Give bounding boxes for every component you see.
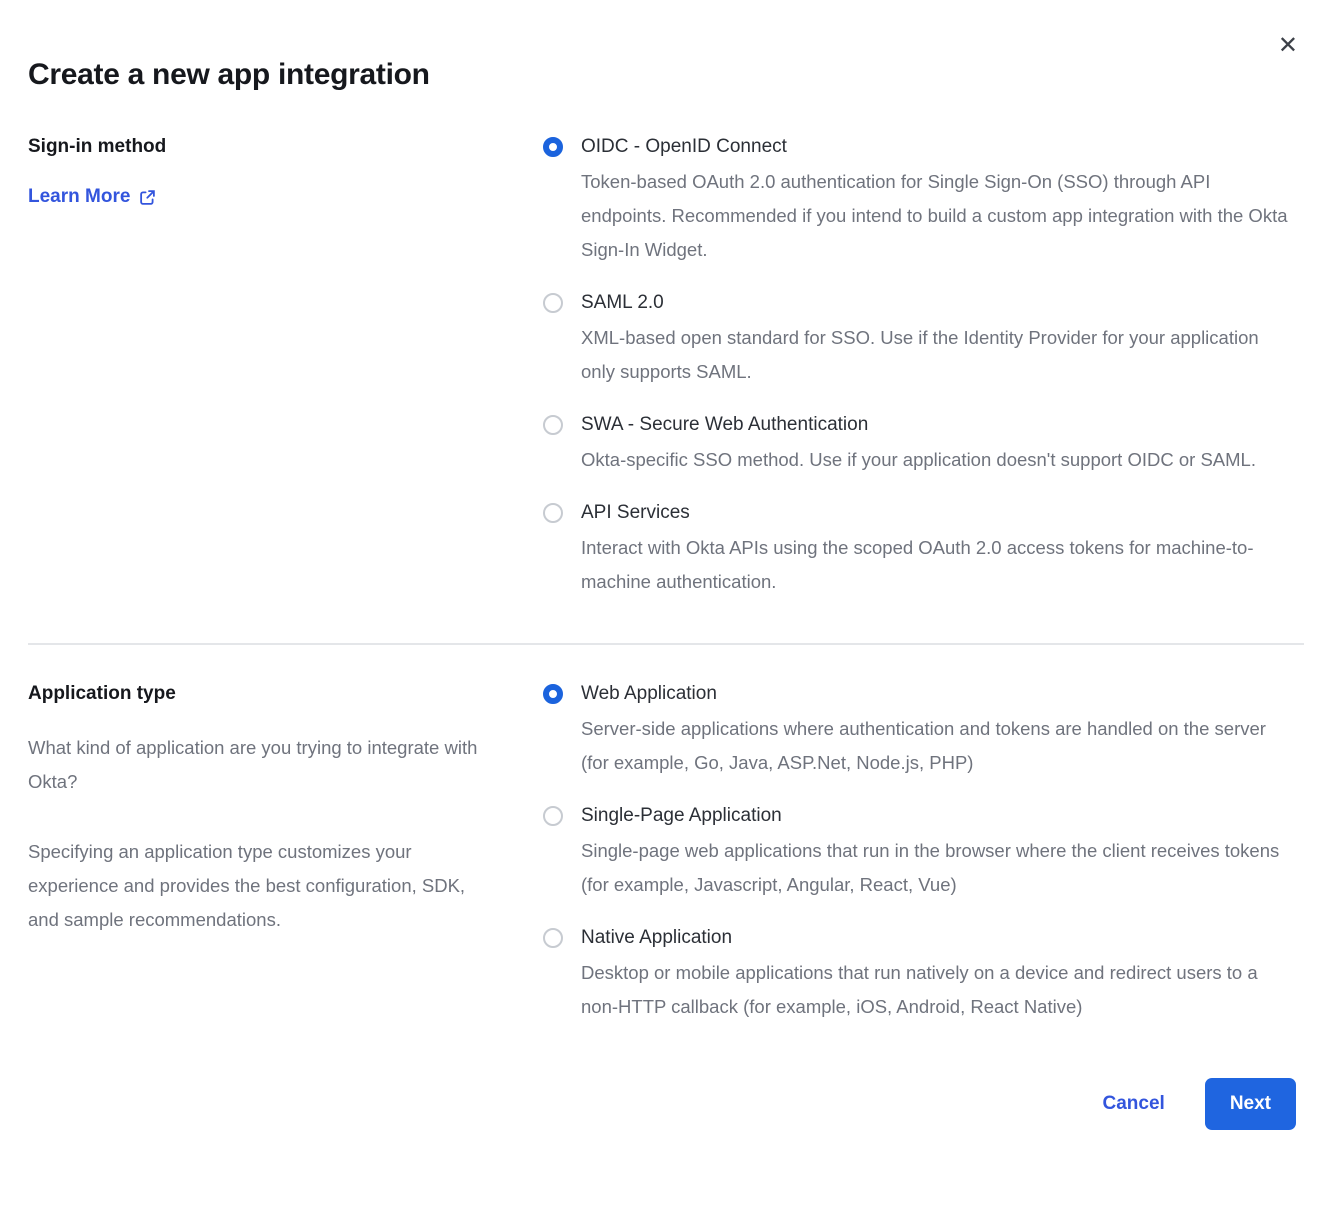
radio-oidc[interactable]: [543, 137, 563, 157]
option-swa-title: SWA - Secure Web Authentication: [581, 414, 868, 436]
option-web-app-description: Server-side applications where authentic…: [581, 712, 1293, 780]
section-divider: [28, 643, 1304, 645]
option-api-services: API Services Interact with Okta APIs usi…: [543, 502, 1304, 599]
application-type-label: Application type: [28, 683, 543, 705]
dialog-footer: Cancel Next: [28, 1078, 1304, 1130]
create-app-integration-dialog: ✕ Create a new app integration Sign-in m…: [0, 0, 1332, 1210]
option-api-services-choice[interactable]: API Services: [543, 502, 1304, 524]
option-saml-description: XML-based open standard for SSO. Use if …: [581, 321, 1293, 389]
close-icon[interactable]: ✕: [1278, 34, 1298, 58]
option-spa-description: Single-page web applications that run in…: [581, 834, 1293, 902]
option-spa-choice[interactable]: Single-Page Application: [543, 805, 1304, 827]
option-web-app: Web Application Server-side applications…: [543, 683, 1304, 780]
option-oidc-title: OIDC - OpenID Connect: [581, 136, 787, 158]
learn-more-link[interactable]: Learn More: [28, 186, 156, 208]
radio-api-services[interactable]: [543, 503, 563, 523]
option-api-services-description: Interact with Okta APIs using the scoped…: [581, 531, 1293, 599]
option-swa: SWA - Secure Web Authentication Okta-spe…: [543, 414, 1304, 477]
radio-native-app[interactable]: [543, 928, 563, 948]
learn-more-label: Learn More: [28, 186, 130, 208]
next-button[interactable]: Next: [1205, 1078, 1296, 1130]
option-saml: SAML 2.0 XML-based open standard for SSO…: [543, 292, 1304, 389]
option-native-app-choice[interactable]: Native Application: [543, 927, 1304, 949]
option-web-app-title: Web Application: [581, 683, 717, 705]
signin-method-section: Sign-in method Learn More OIDC - OpenID …: [28, 136, 1304, 599]
option-spa-title: Single-Page Application: [581, 805, 782, 827]
option-swa-choice[interactable]: SWA - Secure Web Authentication: [543, 414, 1304, 436]
option-oidc-description: Token-based OAuth 2.0 authentication for…: [581, 165, 1293, 267]
radio-swa[interactable]: [543, 415, 563, 435]
option-oidc-choice[interactable]: OIDC - OpenID Connect: [543, 136, 1304, 158]
dialog-title: Create a new app integration: [28, 0, 1304, 92]
application-type-help-text: Specifying an application type customize…: [28, 835, 498, 937]
option-native-app-title: Native Application: [581, 927, 732, 949]
option-saml-title: SAML 2.0: [581, 292, 664, 314]
option-spa: Single-Page Application Single-page web …: [543, 805, 1304, 902]
cancel-button[interactable]: Cancel: [1103, 1093, 1165, 1115]
option-saml-choice[interactable]: SAML 2.0: [543, 292, 1304, 314]
radio-saml[interactable]: [543, 293, 563, 313]
radio-spa[interactable]: [543, 806, 563, 826]
option-web-app-choice[interactable]: Web Application: [543, 683, 1304, 705]
application-type-section: Application type What kind of applicatio…: [28, 683, 1304, 1024]
application-type-question: What kind of application are you trying …: [28, 731, 498, 799]
option-native-app: Native Application Desktop or mobile app…: [543, 927, 1304, 1024]
option-native-app-description: Desktop or mobile applications that run …: [581, 956, 1293, 1024]
signin-method-label: Sign-in method: [28, 136, 543, 158]
option-oidc: OIDC - OpenID Connect Token-based OAuth …: [543, 136, 1304, 267]
external-link-icon: [139, 189, 156, 206]
option-swa-description: Okta-specific SSO method. Use if your ap…: [581, 443, 1293, 477]
option-api-services-title: API Services: [581, 502, 690, 524]
radio-web-app[interactable]: [543, 684, 563, 704]
